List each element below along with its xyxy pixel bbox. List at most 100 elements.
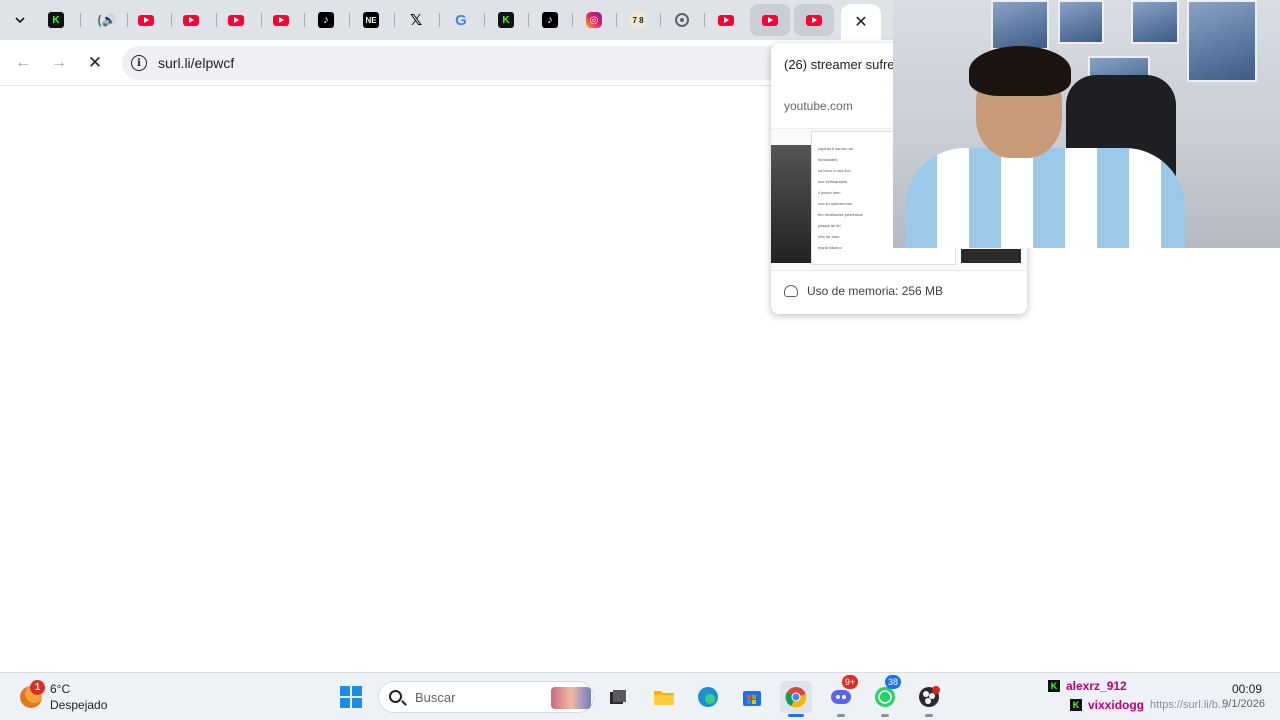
tab-kick-2[interactable]: K xyxy=(486,4,526,36)
x-icon: 𝕏 xyxy=(409,12,423,29)
youtube-icon xyxy=(183,14,199,26)
tab-separator xyxy=(349,13,350,27)
tab-youtube-7[interactable] xyxy=(794,4,834,36)
preview-video-thumbnail xyxy=(771,145,811,263)
preview-suggestion: fen reiolitactes pesrentos xyxy=(818,212,863,217)
preview-video-thumbnail xyxy=(961,249,1021,263)
clock-time[interactable]: 00:09 xyxy=(1226,682,1262,696)
instagram-icon: ◎ xyxy=(586,12,602,28)
youtube-icon xyxy=(806,14,822,26)
tab-ne[interactable]: NE xyxy=(351,4,391,36)
start-button[interactable] xyxy=(335,681,367,713)
folder-icon xyxy=(654,691,674,705)
windows-icon xyxy=(340,686,362,708)
weather-condition[interactable]: Despejado xyxy=(50,698,107,712)
tiktok-icon: ♪ xyxy=(318,12,334,28)
running-app-indicator xyxy=(925,714,933,717)
preview-suggestion: pastas an liri xyxy=(818,223,841,228)
tab-tiktok-1[interactable]: ♪ xyxy=(306,4,346,36)
obs-button[interactable] xyxy=(913,681,945,713)
discord-notification-badge: 9+ xyxy=(842,675,858,689)
tab-chrome[interactable] xyxy=(662,4,702,36)
url-text[interactable]: surl.li/elpwcf xyxy=(158,55,234,71)
whatsapp-icon xyxy=(875,687,895,707)
arrow-left-icon: ← xyxy=(15,54,31,71)
site-78-icon: 7 8 xyxy=(630,12,646,28)
close-icon[interactable]: ✕ xyxy=(854,12,867,32)
search-placeholder: Buscar xyxy=(415,690,456,705)
kick-icon: K xyxy=(498,12,514,28)
preview-suggestion: reci vertisaniarla xyxy=(818,179,848,184)
tab-separator xyxy=(616,13,617,27)
task-view-button[interactable] xyxy=(602,681,634,713)
forward-button[interactable]: → xyxy=(45,49,73,77)
youtube-icon xyxy=(762,14,778,26)
kick-icon: K xyxy=(1070,699,1082,711)
chevron-down-icon xyxy=(15,17,25,24)
stop-loading-button[interactable]: ✕ xyxy=(81,49,109,77)
youtube-icon xyxy=(273,14,289,26)
weather-temperature[interactable]: 6°C xyxy=(50,682,70,696)
audio-playing-icon: (🔊 xyxy=(97,13,117,27)
info-icon[interactable]: i xyxy=(131,55,147,71)
screen: K (🔊 ♪ NE 𝕏 G K ♪ ◎ 7 8 ✕ ← → ✕ i surl.l… xyxy=(0,0,1280,720)
youtube-icon xyxy=(718,14,734,26)
youtube-icon xyxy=(138,14,154,26)
tab-tiktok-2[interactable]: ♪ xyxy=(530,4,570,36)
memory-icon xyxy=(784,285,798,297)
tab-separator xyxy=(80,13,81,27)
tab-youtube-3[interactable] xyxy=(216,4,256,36)
tray-kick-user-2: K vixxidogg https://surl.li/b... xyxy=(1070,698,1227,712)
tab-x[interactable]: 𝕏 xyxy=(396,4,436,36)
tab-separator xyxy=(572,13,573,27)
preview-suggestion: capinia ti nandro as xyxy=(818,146,853,151)
edge-button[interactable] xyxy=(692,681,724,713)
close-icon: ✕ xyxy=(87,53,103,72)
preview-suggestion: ca beno a ona llon xyxy=(818,168,851,173)
store-icon xyxy=(743,691,761,706)
kick-username: alexrz_912 xyxy=(1066,679,1127,693)
edge-icon xyxy=(698,687,718,707)
tab-separator xyxy=(484,13,485,27)
tab-instagram[interactable]: ◎ xyxy=(574,4,614,36)
tab-youtube-6[interactable] xyxy=(750,4,790,36)
store-button[interactable] xyxy=(736,681,768,713)
tab-separator xyxy=(528,13,529,27)
wall-poster xyxy=(1131,0,1179,44)
tab-youtube-4[interactable] xyxy=(261,4,301,36)
kick-username: vixxidogg xyxy=(1088,698,1145,712)
hover-card-domain: youtube.com xyxy=(784,99,853,113)
discord-icon xyxy=(831,690,851,704)
tab-active[interactable]: ✕ xyxy=(841,4,881,40)
back-button[interactable]: ← xyxy=(9,49,37,77)
preview-suggestion: il posen bien xyxy=(818,190,841,195)
clock-date[interactable]: 9/1/2026 xyxy=(1205,698,1265,710)
tab-google[interactable]: G xyxy=(441,4,481,36)
tab-kick-1[interactable]: K xyxy=(36,4,76,36)
active-app-indicator xyxy=(788,714,804,717)
kick-icon: K xyxy=(1048,680,1060,692)
running-app-indicator xyxy=(881,714,889,717)
tab-separator xyxy=(660,13,661,27)
search-highlight-image xyxy=(551,687,591,709)
taskbar-search[interactable]: Buscar xyxy=(378,681,594,713)
tab-audio[interactable]: (🔊 xyxy=(87,4,127,36)
task-view-icon xyxy=(610,690,626,704)
hover-card-memory: Uso de memoria: 256 MB xyxy=(807,284,944,298)
preview-suggestion: homoslabs xyxy=(818,157,838,162)
wall-poster xyxy=(1058,0,1104,44)
tab-separator xyxy=(304,13,305,27)
tab-youtube-1[interactable] xyxy=(126,4,166,36)
webcam-overlay xyxy=(893,0,1280,248)
tab-78[interactable]: 7 8 xyxy=(618,4,658,36)
tab-youtube-5[interactable] xyxy=(706,4,746,36)
taskbar: 1 6°C Despejado Buscar 9+ 38 K alexrz_91… xyxy=(0,672,1280,720)
tray-kick-user-1: K alexrz_912 xyxy=(1048,679,1127,693)
search-icon xyxy=(389,690,402,703)
tab-youtube-2[interactable] xyxy=(171,4,211,36)
tab-search-button[interactable] xyxy=(6,6,34,34)
obs-icon xyxy=(919,686,940,707)
chrome-taskbar-button[interactable] xyxy=(780,681,812,713)
file-explorer-button[interactable] xyxy=(648,681,680,713)
streamer-hair xyxy=(969,46,1071,96)
